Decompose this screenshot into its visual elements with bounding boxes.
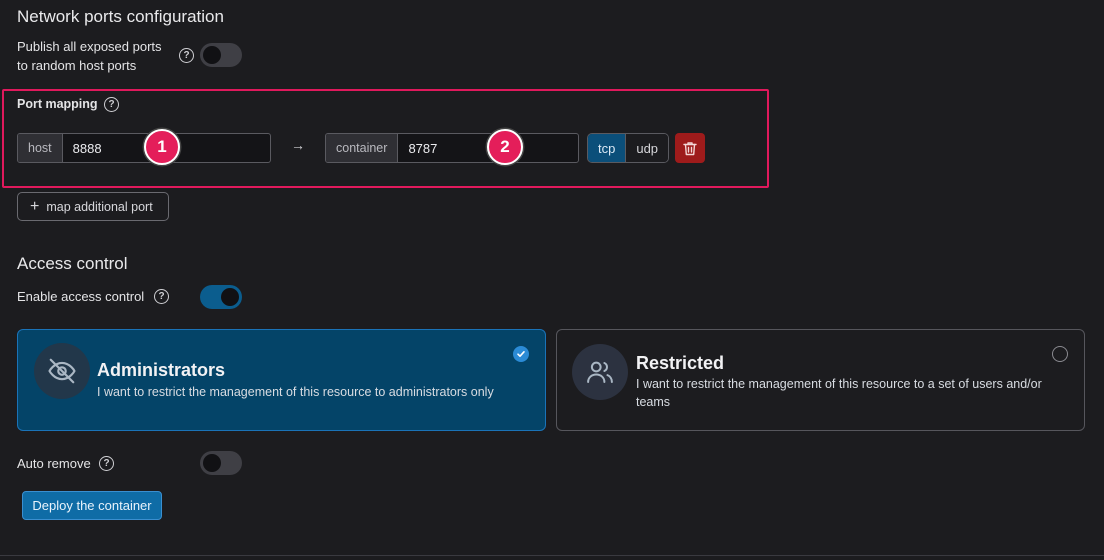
container-addon: container — [326, 134, 399, 162]
publish-ports-help-icon[interactable]: ? — [179, 48, 194, 63]
arrow-right-icon: → — [291, 137, 305, 153]
eye-off-icon — [34, 343, 90, 399]
marker-badge-1: 1 — [144, 129, 180, 165]
protocol-selector: tcp udp — [587, 133, 670, 163]
bottom-divider — [0, 555, 1104, 556]
host-addon: host — [18, 134, 63, 162]
auto-remove-label: Auto remove — [17, 456, 91, 471]
restricted-title: Restricted — [636, 353, 725, 373]
administrators-description: I want to restrict the management of thi… — [97, 385, 494, 399]
restricted-card[interactable]: Restricted I want to restrict the manage… — [556, 329, 1085, 431]
protocol-tcp-button[interactable]: tcp — [588, 134, 626, 162]
remove-port-button[interactable] — [675, 133, 705, 163]
publish-ports-label: Publish all exposed ports to random host… — [17, 37, 162, 75]
map-additional-port-button[interactable]: + map additional port — [17, 192, 169, 221]
unselected-radio-icon — [1052, 346, 1068, 362]
deploy-container-button[interactable]: Deploy the container — [22, 491, 162, 520]
access-control-title: Access control — [17, 254, 128, 273]
port-mapping-help-icon[interactable]: ? — [104, 97, 119, 112]
network-ports-title: Network ports configuration — [17, 7, 224, 26]
trash-icon — [683, 141, 697, 155]
marker-badge-2: 2 — [487, 129, 523, 165]
administrators-title: Administrators — [97, 360, 226, 380]
protocol-udp-button[interactable]: udp — [625, 134, 669, 162]
access-control-toggle[interactable] — [200, 285, 242, 309]
toggle-knob — [203, 46, 221, 64]
selected-check-icon — [513, 346, 529, 362]
port-mapping-label: Port mapping — [17, 97, 98, 111]
users-icon — [572, 344, 628, 400]
administrators-card[interactable]: Administrators I want to restrict the ma… — [17, 329, 546, 431]
toggle-knob — [203, 454, 221, 472]
map-additional-port-label: map additional port — [46, 199, 153, 214]
toggle-knob — [221, 288, 239, 306]
publish-ports-label-line2: to random host ports — [17, 58, 137, 73]
auto-remove-help-icon[interactable]: ? — [99, 456, 114, 471]
publish-ports-toggle[interactable] — [200, 43, 242, 67]
auto-remove-toggle[interactable] — [200, 451, 242, 475]
container-port-group: container 8787 — [325, 133, 579, 163]
access-control-help-icon[interactable]: ? — [154, 289, 169, 304]
plus-icon: + — [30, 197, 40, 215]
publish-ports-label-line1: Publish all exposed ports — [17, 39, 162, 54]
enable-access-control-label: Enable access control — [17, 289, 145, 304]
restricted-description: I want to restrict the management of thi… — [636, 377, 1042, 409]
